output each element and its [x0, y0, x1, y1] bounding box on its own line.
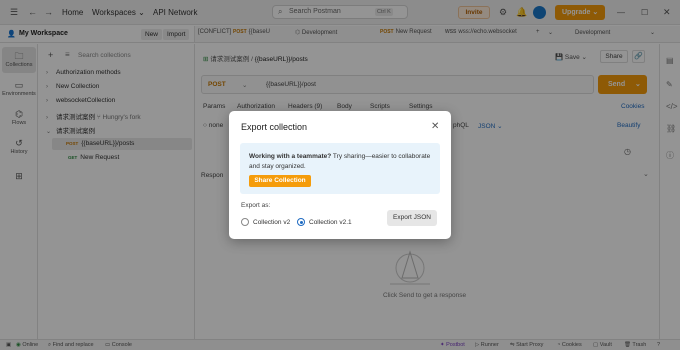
radio-selected-icon: [297, 218, 305, 226]
export-as-label: Export as:: [241, 202, 271, 209]
radio-collection-v21[interactable]: Collection v2.1: [297, 218, 352, 226]
share-collection-button[interactable]: Share Collection: [249, 175, 311, 187]
radio-collection-v2[interactable]: Collection v2: [241, 218, 290, 226]
dialog-title: Export collection: [241, 122, 308, 132]
share-info-banner: Working with a teammate? Try sharing—eas…: [240, 143, 440, 194]
radio-unselected-icon: [241, 218, 249, 226]
share-info-text: Working with a teammate? Try sharing—eas…: [249, 153, 431, 170]
export-json-button[interactable]: Export JSON: [387, 210, 437, 226]
close-icon[interactable]: ✕: [431, 121, 439, 132]
export-collection-dialog: Export collection ✕ Working with a teamm…: [229, 111, 451, 239]
